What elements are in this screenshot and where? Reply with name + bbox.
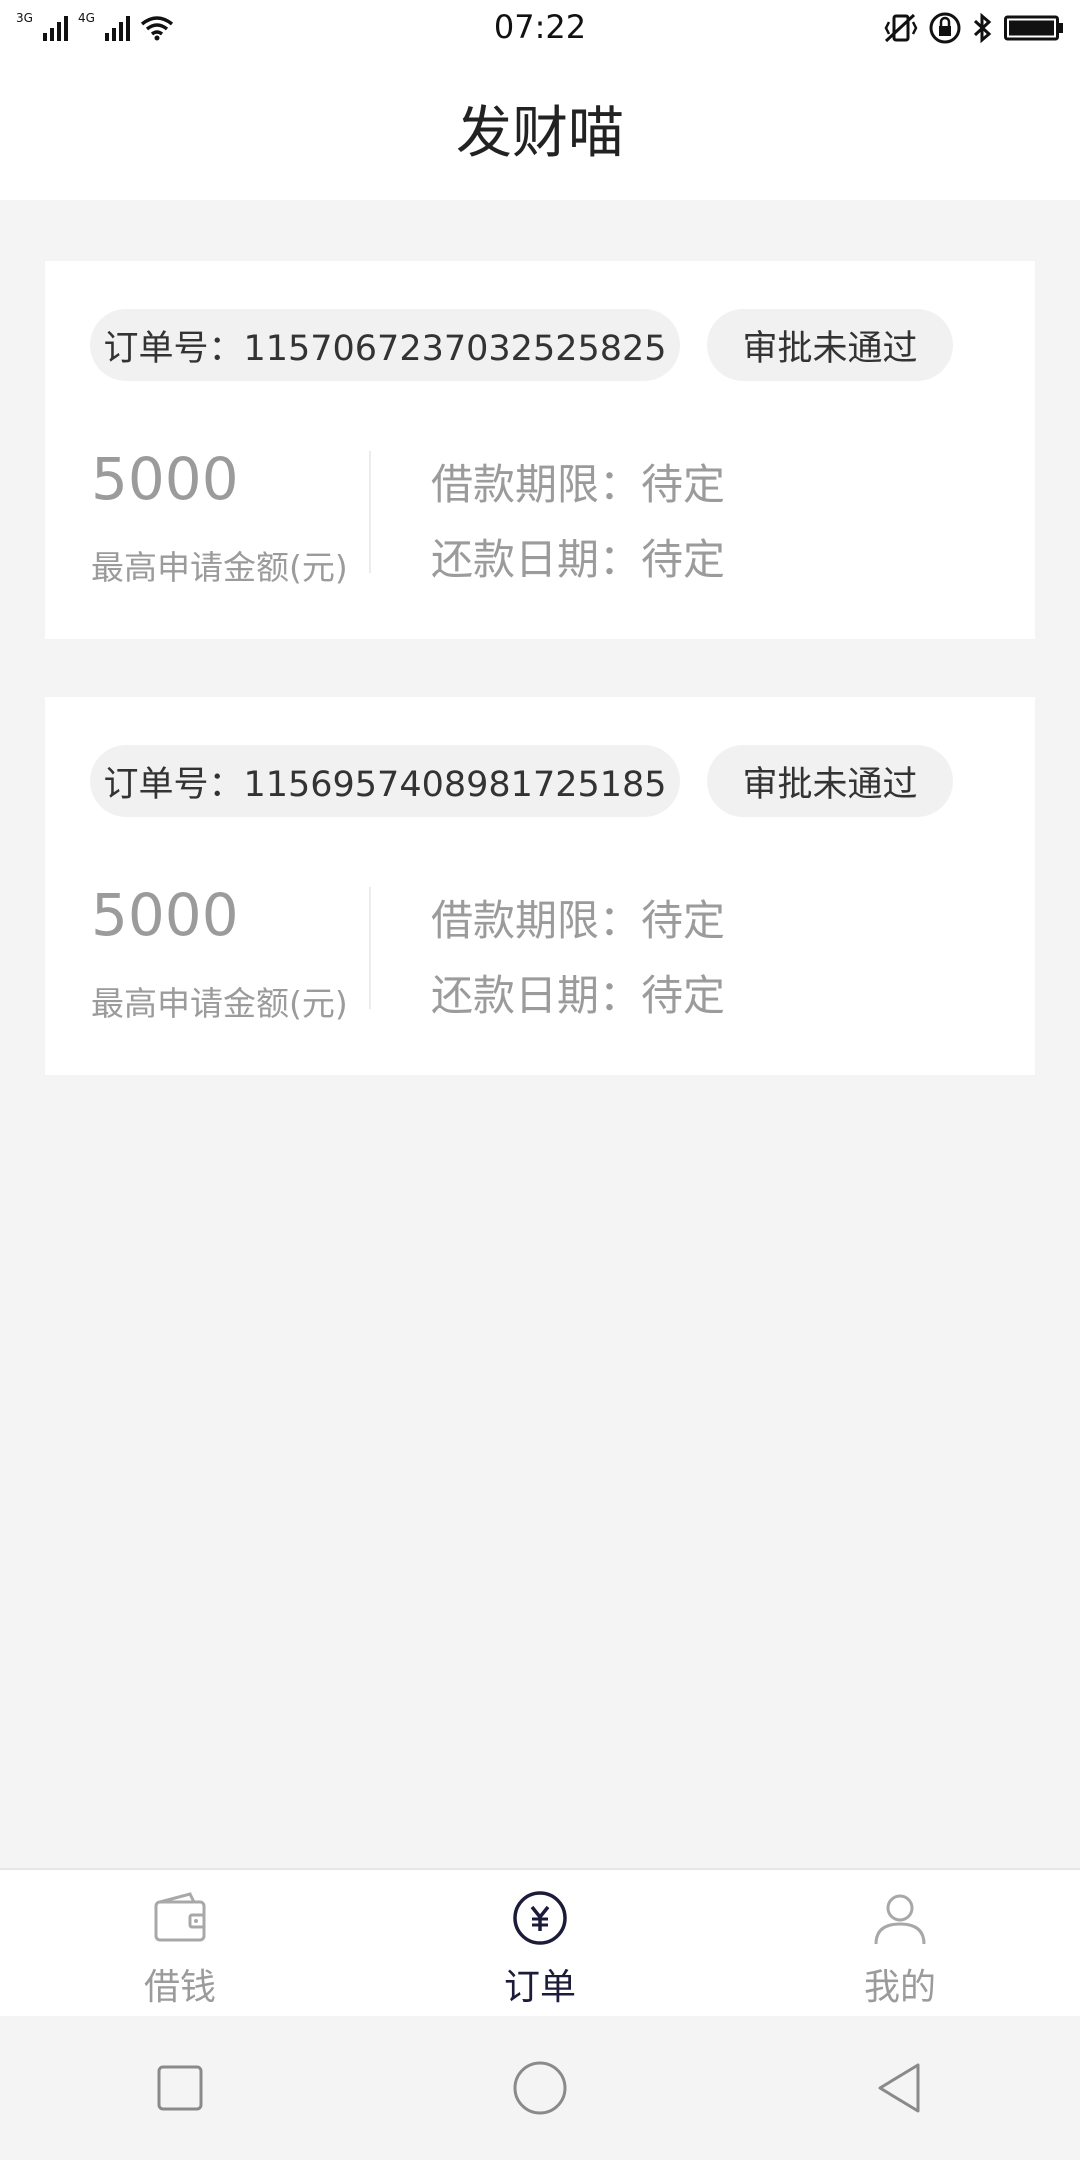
page-title: 发财喵 [456,100,624,166]
back-triangle-icon [878,2063,920,2113]
status-badge: 审批未通过 [707,309,953,381]
system-nav-bar [0,2016,1080,2160]
square-icon [157,2065,203,2111]
status-time: 07:22 [493,8,587,46]
amount-value: 5000 [91,445,239,513]
status-bar: 3G 4G 07:22 [0,0,1080,56]
amount-label: 最高申请金额(元) [91,548,348,587]
tab-borrow[interactable]: 借钱 [0,1870,360,2016]
home-button[interactable] [505,2053,575,2123]
divider [369,887,371,1009]
tab-label: 我的 [863,1967,936,2008]
yuan-icon [513,1891,567,1945]
circle-icon [513,2061,567,2115]
order-card[interactable]: 订单号：1157067237032525825 审批未通过 5000 最高申请金… [45,261,1035,639]
tab-mine[interactable]: 我的 [720,1870,1080,2016]
user-icon [874,1894,926,1945]
tab-label: 订单 [503,1967,576,2008]
recents-button[interactable] [145,2053,215,2123]
order-number-pill: 订单号：1156957408981725185 [90,745,680,817]
tab-label: 借钱 [143,1967,216,2008]
divider [369,451,371,573]
order-card[interactable]: 订单号：1156957408981725185 审批未通过 5000 最高申请金… [45,697,1035,1075]
amount-label: 最高申请金额(元) [91,984,348,1023]
loan-term: 借款期限：待定 [431,460,726,509]
repay-date: 还款日期：待定 [431,535,726,584]
tab-orders[interactable]: 订单 [360,1870,720,2016]
status-badge: 审批未通过 [707,745,953,817]
loan-term: 借款期限：待定 [431,896,726,945]
app-header: 发财喵 [0,56,1080,200]
repay-date: 还款日期：待定 [431,971,726,1020]
wallet-icon [154,1892,206,1942]
bottom-tab-bar: 借钱 订单 我的 [0,1868,1080,2016]
amount-value: 5000 [91,881,239,949]
back-button[interactable] [865,2053,935,2123]
order-number-pill: 订单号：1157067237032525825 [90,309,680,381]
